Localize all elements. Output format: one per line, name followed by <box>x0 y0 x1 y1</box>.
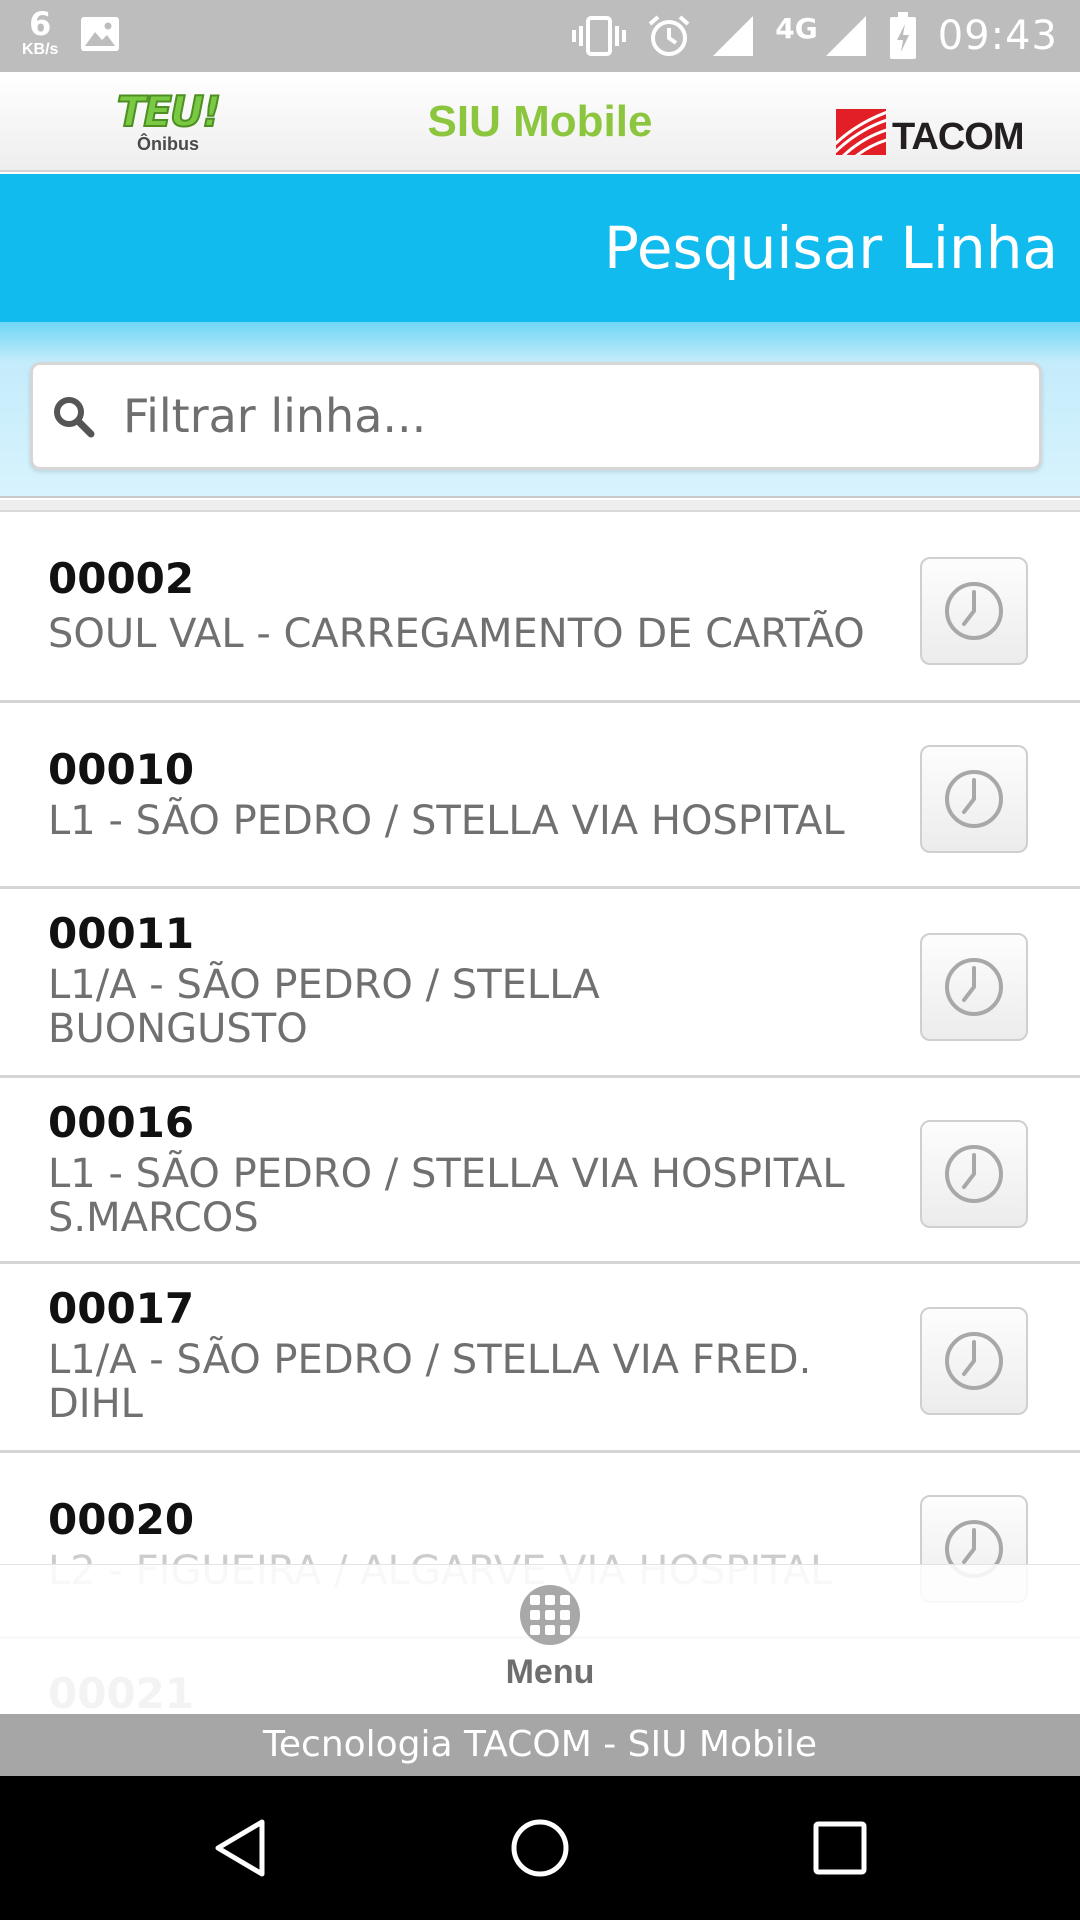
tacom-logo-text: TACOM <box>892 116 1024 158</box>
schedule-button[interactable] <box>920 1120 1028 1228</box>
tacom-logo-mark-icon <box>836 109 886 155</box>
home-button[interactable] <box>500 1808 580 1888</box>
clock-icon <box>945 770 1003 828</box>
network-speed: 6 KB/s <box>22 8 58 58</box>
recents-button[interactable] <box>800 1808 880 1888</box>
bottom-menu-bar: Menu <box>0 1564 1080 1714</box>
tacom-logo: TACOM <box>836 108 1024 156</box>
divider <box>0 500 1080 512</box>
search-area <box>0 322 1080 498</box>
page-header: Pesquisar Linha <box>0 174 1080 322</box>
schedule-button[interactable] <box>920 745 1028 853</box>
back-button[interactable] <box>200 1808 280 1888</box>
teu-logo-text: TEU! <box>116 87 223 136</box>
signal-icon <box>713 16 754 56</box>
battery-charging-icon <box>889 12 916 59</box>
network-speed-value: 6 <box>29 5 52 43</box>
line-code: 00017 <box>48 1284 195 1333</box>
line-name: SOUL VAL - CARREGAMENTO DE CARTÃO <box>48 611 865 657</box>
list-item[interactable]: 00002 SOUL VAL - CARREGAMENTO DE CARTÃO <box>0 514 1080 703</box>
search-input[interactable] <box>123 389 1003 443</box>
line-name: L1/A - SÃO PEDRO / STELLA VIA FRED. DIHL <box>48 1337 812 1427</box>
search-icon <box>54 397 95 438</box>
line-name: L1/A - SÃO PEDRO / STELLA BUONGUSTO <box>48 962 600 1052</box>
clock-icon <box>945 1332 1003 1390</box>
status-bar-left: 6 KB/s <box>22 8 120 58</box>
status-time: 09:43 <box>937 13 1058 59</box>
line-code: 00002 <box>48 554 195 603</box>
vibrate-icon <box>572 16 627 56</box>
footer: Tecnologia TACOM - SIU Mobile <box>0 1714 1080 1776</box>
list-item[interactable]: 00010 L1 - SÃO PEDRO / STELLA VIA HOSPIT… <box>0 703 1080 889</box>
schedule-button[interactable] <box>920 557 1028 665</box>
image-notification-icon <box>81 17 120 51</box>
clock-icon <box>945 582 1003 640</box>
back-triangle-icon <box>215 1819 265 1877</box>
clock-icon <box>945 1145 1003 1203</box>
status-bar: 6 KB/s 4G 09:43 <box>0 0 1080 72</box>
list-item[interactable]: 00017 L1/A - SÃO PEDRO / STELLA VIA FRED… <box>0 1264 1080 1453</box>
line-code: 00010 <box>48 745 195 794</box>
teu-onibus-logo: TEU! Ônibus <box>108 87 228 156</box>
status-bar-right: 4G 09:43 <box>571 0 1058 72</box>
line-code: 00020 <box>48 1495 195 1544</box>
menu-label: Menu <box>505 1653 595 1691</box>
signal-icon-2 <box>825 16 866 56</box>
line-code: 00016 <box>48 1098 195 1147</box>
teu-logo-subtitle: Ônibus <box>137 134 199 154</box>
clock-icon <box>945 958 1003 1016</box>
schedule-button[interactable] <box>920 1307 1028 1415</box>
network-speed-unit: KB/s <box>22 41 59 58</box>
page-title: Pesquisar Linha <box>603 214 1058 282</box>
line-name: L1 - SÃO PEDRO / STELLA VIA HOSPITAL <box>48 798 845 844</box>
home-circle-icon <box>511 1819 569 1877</box>
menu-grid-icon <box>520 1585 580 1645</box>
schedule-button[interactable] <box>920 933 1028 1041</box>
recents-square-icon <box>813 1821 867 1875</box>
search-box[interactable] <box>30 362 1042 470</box>
alarm-icon <box>648 15 690 56</box>
line-code: 00011 <box>48 909 195 958</box>
list-item[interactable]: 00016 L1 - SÃO PEDRO / STELLA VIA HOSPIT… <box>0 1078 1080 1264</box>
menu-button[interactable]: Menu <box>480 1585 620 1705</box>
network-type-label: 4G <box>775 11 818 45</box>
line-name: L1 - SÃO PEDRO / STELLA VIA HOSPITAL S.M… <box>48 1151 845 1241</box>
navigation-bar <box>0 1776 1080 1920</box>
list-item[interactable]: 00011 L1/A - SÃO PEDRO / STELLA BUONGUST… <box>0 889 1080 1078</box>
app-header: TEU! Ônibus SIU Mobile TACOM <box>0 72 1080 172</box>
